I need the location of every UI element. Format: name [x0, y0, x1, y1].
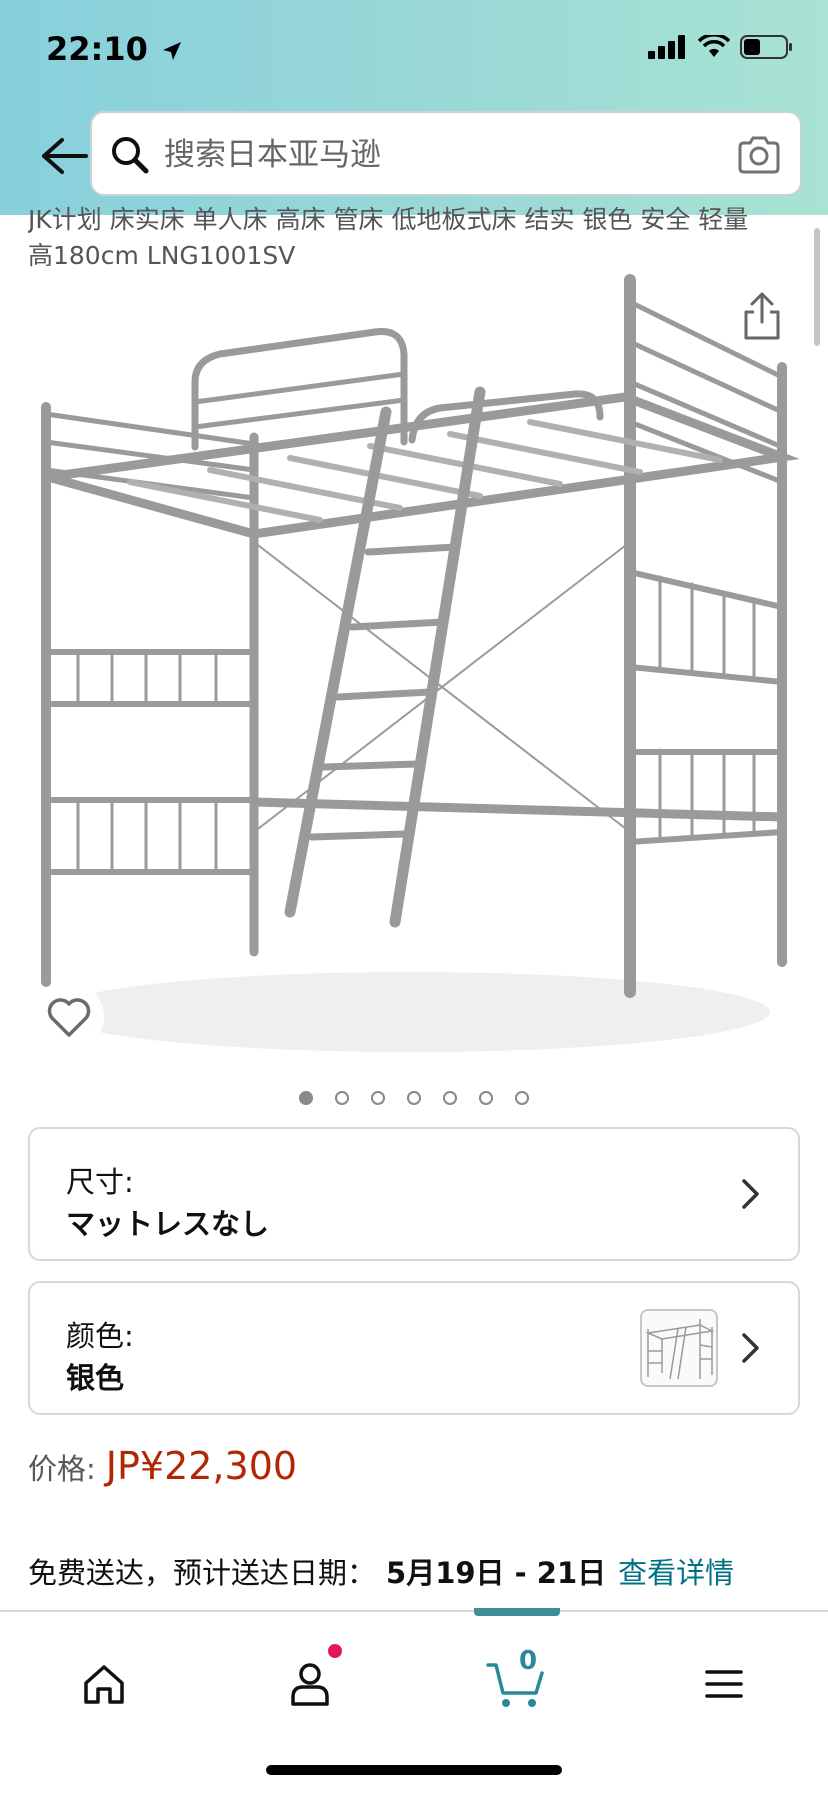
wishlist-heart-button[interactable]	[34, 982, 104, 1052]
home-indicator	[266, 1765, 562, 1775]
status-time-text: 22:10	[46, 30, 148, 68]
signal-icon	[648, 35, 685, 59]
price-label: 价格:	[28, 1452, 96, 1486]
color-label: 颜色:	[66, 1319, 134, 1353]
share-icon[interactable]	[740, 290, 784, 342]
search-icon	[112, 137, 149, 174]
color-option-card[interactable]: 颜色: 银色	[28, 1281, 800, 1415]
camera-icon[interactable]	[736, 135, 782, 175]
chevron-right-icon	[742, 1179, 759, 1209]
cart-count-badge: 0	[518, 1646, 538, 1676]
back-arrow-icon[interactable]	[22, 134, 92, 178]
nav-cart[interactable]: 0	[476, 1644, 556, 1724]
chevron-right-icon	[742, 1333, 759, 1363]
status-icons	[648, 34, 794, 60]
color-value: 银色	[66, 1361, 125, 1395]
scrollbar[interactable]	[814, 228, 820, 346]
carousel-dot[interactable]	[299, 1091, 313, 1105]
notification-dot	[328, 1644, 342, 1658]
bed-thumbnail-image	[645, 1319, 715, 1380]
person-icon	[291, 1663, 329, 1706]
heart-icon	[47, 998, 91, 1037]
wifi-icon	[698, 35, 730, 57]
status-time: 22:10	[46, 30, 183, 68]
size-value: マットレスなし	[66, 1207, 270, 1241]
home-icon	[84, 1665, 124, 1704]
active-tab-indicator	[474, 1608, 560, 1616]
product-title-line1: JK计划 床实床 单人床 高床 管床 低地板式床 结实 银色 安全 轻量	[28, 205, 749, 234]
carousel-dot[interactable]	[443, 1091, 457, 1105]
carousel-dot[interactable]	[515, 1091, 529, 1105]
search-input[interactable]	[162, 131, 686, 179]
delivery-date: 5月19日 - 21日	[386, 1556, 607, 1590]
nav-account[interactable]	[270, 1644, 350, 1724]
header-bar: 22:10	[0, 0, 828, 215]
image-carousel-dots	[0, 1091, 828, 1105]
delivery-text: 免费送达，预计送达日期：	[28, 1556, 377, 1590]
price-value: JP¥22,300	[105, 1444, 298, 1488]
product-title-line2: 高180cm LNG1001SV	[28, 241, 296, 270]
carousel-dot[interactable]	[371, 1091, 385, 1105]
size-label: 尺寸:	[66, 1165, 134, 1199]
nav-menu[interactable]	[684, 1644, 764, 1724]
location-arrow-icon	[163, 42, 181, 60]
product-title: JK计划 床实床 单人床 高床 管床 低地板式床 结实 银色 安全 轻量 高18…	[28, 202, 798, 274]
delivery-info: 免费送达，预计送达日期： 5月19日 - 21日 查看详情	[28, 1550, 734, 1592]
product-image[interactable]	[20, 272, 800, 1072]
price-row: 价格: JP¥22,300	[28, 1444, 297, 1488]
carousel-dot[interactable]	[335, 1091, 349, 1105]
battery-icon	[740, 35, 792, 59]
view-details-link[interactable]: 查看详情	[618, 1556, 734, 1590]
size-option-card[interactable]: 尺寸: マットレスなし	[28, 1127, 800, 1261]
carousel-dot[interactable]	[479, 1091, 493, 1105]
carousel-dot[interactable]	[407, 1091, 421, 1105]
nav-home[interactable]	[64, 1644, 144, 1724]
color-swatch-thumbnail[interactable]	[640, 1309, 718, 1387]
search-box[interactable]	[90, 111, 802, 196]
hamburger-menu-icon	[705, 1670, 743, 1698]
